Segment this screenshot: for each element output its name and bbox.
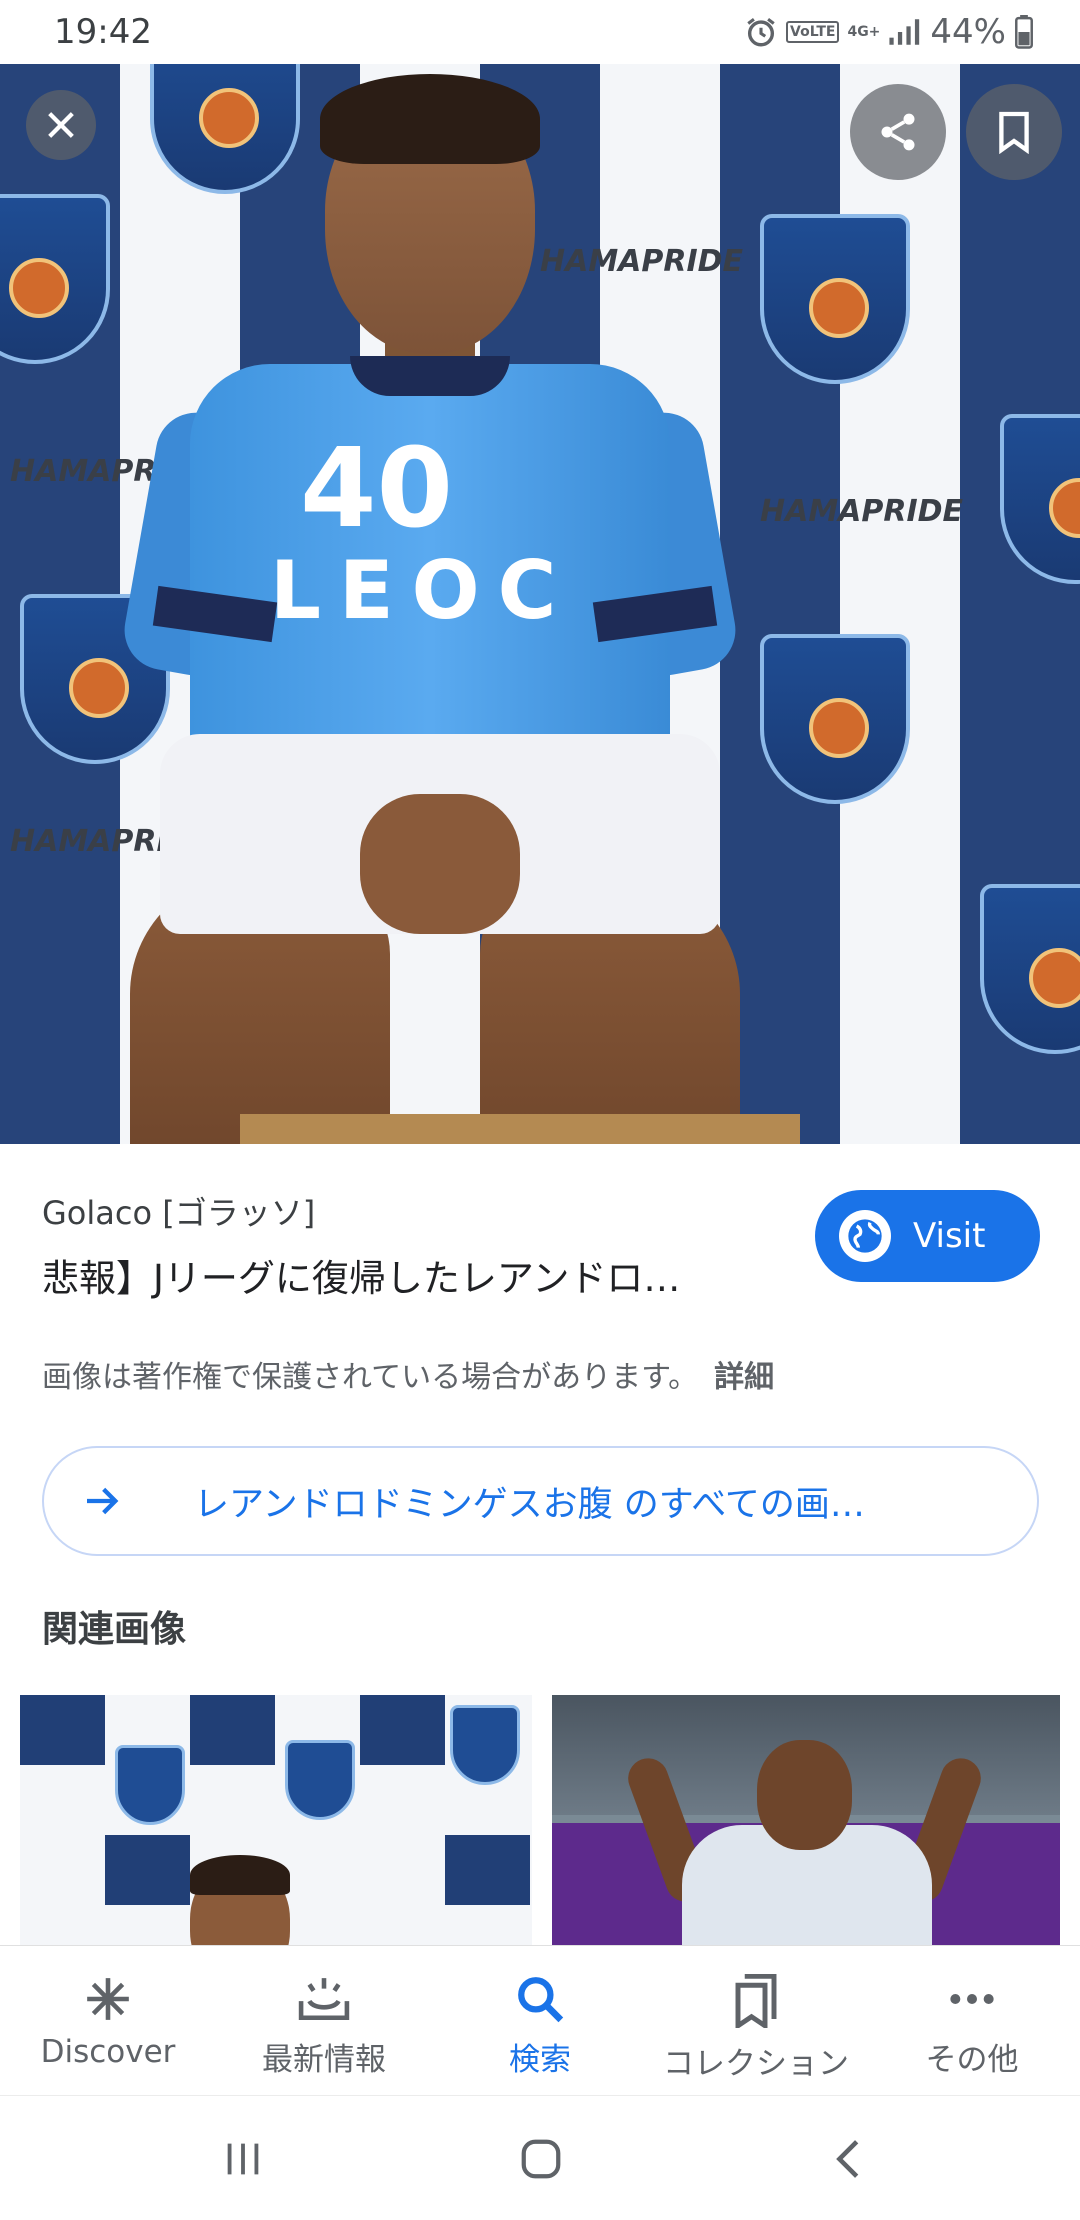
- volte-badge: VoLTE: [786, 21, 840, 43]
- status-time: 19:42: [54, 12, 152, 52]
- status-icons: VoLTE 4G+ 44%: [744, 12, 1034, 52]
- bookmark-icon: [999, 111, 1029, 154]
- jersey-number: 40: [300, 424, 454, 552]
- nav-updates[interactable]: 最新情報: [216, 1946, 432, 2095]
- player-hair: [320, 74, 540, 164]
- chair: [240, 1114, 800, 1144]
- collar: [350, 356, 510, 396]
- thumb-person-hair: [190, 1855, 290, 1895]
- player-figure: 40 LEOC: [118, 74, 810, 1144]
- more-icon: [950, 1994, 994, 2004]
- related-image[interactable]: [552, 1695, 1060, 1945]
- thumb-tile: [360, 1695, 445, 1765]
- nav-search-label: 検索: [509, 2042, 571, 2078]
- battery-percent: 44%: [930, 12, 1006, 52]
- signal-icon: [889, 19, 920, 45]
- nav-discover[interactable]: Discover: [0, 1946, 216, 2095]
- collections-icon: [735, 1974, 777, 2028]
- thumb-tile: [20, 1695, 105, 1765]
- alarm-icon: [747, 18, 775, 47]
- status-bar: 19:42 VoLTE 4G+ 44%: [0, 0, 1080, 64]
- thumb-tile: [105, 1835, 190, 1905]
- system-navigation-bar: [0, 2095, 1080, 2220]
- related-images-heading: 関連画像: [42, 1609, 187, 1650]
- globe-icon: [839, 1210, 891, 1262]
- player-hands: [360, 794, 520, 934]
- thumb-crest: [285, 1740, 355, 1820]
- visit-label: Visit: [913, 1216, 986, 1256]
- search-icon: [518, 1977, 564, 2023]
- details-link[interactable]: 詳細: [714, 1360, 774, 1395]
- home-icon[interactable]: [518, 2136, 564, 2182]
- thumb-crest: [450, 1705, 520, 1785]
- back-icon[interactable]: [826, 2136, 872, 2182]
- nav-more[interactable]: その他: [864, 1946, 1080, 2095]
- all-images-label: レアンドロドミンゲスお腹 のすべての画…: [194, 1484, 865, 1525]
- thumb-tile: [190, 1695, 275, 1765]
- battery-icon: [1015, 15, 1033, 49]
- copyright-text: 画像は著作権で保護されている場合があります。: [42, 1360, 699, 1395]
- nav-collections-label: コレクション: [663, 2046, 849, 2082]
- nav-updates-label: 最新情報: [262, 2042, 386, 2078]
- save-button[interactable]: [966, 84, 1062, 180]
- close-icon: [48, 112, 74, 138]
- hero-image[interactable]: HAMAPRIDE HAMAPRIDE HAMAPRIDE HAMAPRIDE …: [0, 64, 1080, 1144]
- share-button[interactable]: [850, 84, 946, 180]
- nav-collections[interactable]: コレクション: [648, 1946, 864, 2095]
- close-button[interactable]: [26, 90, 96, 160]
- network-type: 4G+: [847, 24, 881, 40]
- visit-button[interactable]: Visit: [815, 1190, 1040, 1282]
- nav-search[interactable]: 検索: [432, 1946, 648, 2095]
- related-image[interactable]: [20, 1695, 532, 1945]
- thumb-person-head: [757, 1740, 852, 1850]
- arrow-right-icon: [87, 1487, 119, 1515]
- source-name[interactable]: Golaco [ゴラッソ]: [42, 1188, 315, 1234]
- recent-apps-icon[interactable]: [220, 2136, 266, 2182]
- nav-discover-label: Discover: [40, 2034, 176, 2070]
- jersey-sponsor: LEOC: [270, 544, 575, 637]
- thumb-tile: [445, 1835, 530, 1905]
- result-title[interactable]: 悲報】Jリーグに復帰したレアンドロ…: [42, 1248, 762, 1302]
- updates-icon: [298, 1978, 350, 2021]
- all-images-button[interactable]: レアンドロドミンゲスお腹 のすべての画…: [42, 1446, 1039, 1556]
- thumb-crest: [115, 1745, 185, 1825]
- copyright-notice: 画像は著作権で保護されている場合があります。 詳細: [42, 1352, 774, 1396]
- nav-more-label: その他: [925, 2042, 1019, 2078]
- bottom-navigation: Discover 最新情報 検索 コレクション その他: [0, 1945, 1080, 2095]
- share-icon: [881, 113, 915, 151]
- asterisk-icon: [87, 1978, 129, 2020]
